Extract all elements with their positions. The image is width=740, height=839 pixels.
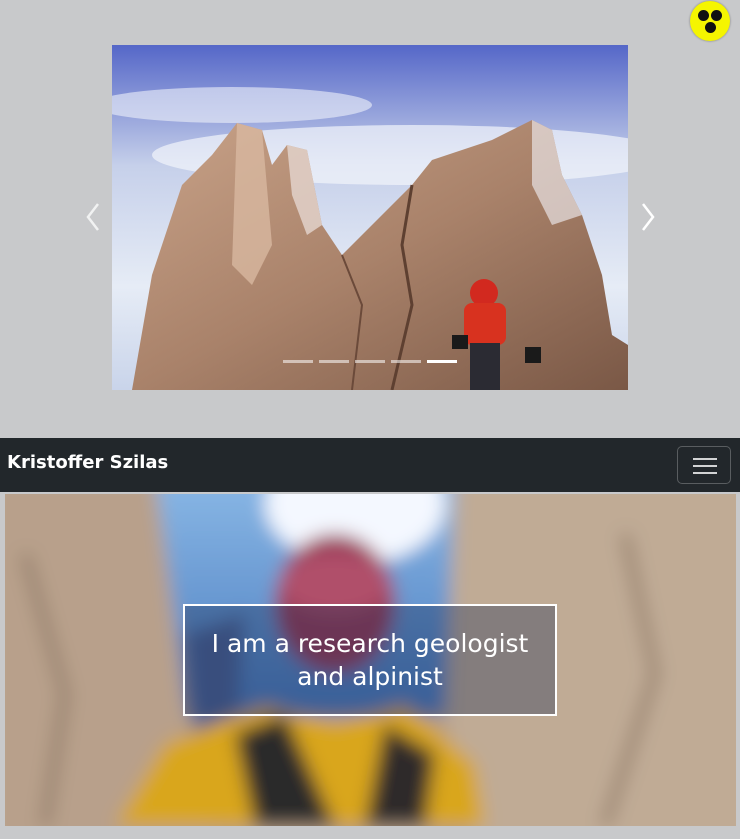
carousel-indicator-1[interactable]: [283, 360, 313, 363]
photo-carousel: [112, 45, 628, 390]
hamburger-menu-icon-bar: [693, 472, 717, 474]
carousel-slide-image: [112, 45, 628, 390]
hamburger-menu-icon: [693, 458, 717, 460]
navbar-brand[interactable]: Kristoffer Szilas: [7, 452, 168, 473]
carousel-indicator-4[interactable]: [391, 360, 421, 363]
carousel-indicators: [283, 360, 457, 364]
carousel-indicator-2[interactable]: [319, 360, 349, 363]
carousel-indicator-3[interactable]: [355, 360, 385, 363]
low-vision-icon-dot: [711, 10, 722, 21]
hero-heading: I am a research geologist and alpinist: [211, 629, 529, 691]
chevron-right-icon: [642, 203, 655, 231]
carousel-prev-button[interactable]: [80, 200, 110, 234]
hero-heading-box: I am a research geologist and alpinist: [183, 604, 557, 716]
navbar-toggler-button[interactable]: [677, 446, 731, 484]
low-vision-icon: [698, 10, 709, 21]
carousel-indicator-5[interactable]: [427, 360, 457, 363]
hamburger-menu-icon-bar: [693, 465, 717, 467]
accessibility-button[interactable]: [690, 1, 730, 41]
navbar: Kristoffer Szilas: [0, 438, 740, 492]
low-vision-icon-dot: [704, 22, 716, 33]
carousel-next-button[interactable]: [633, 200, 663, 234]
chevron-left-icon: [86, 203, 99, 231]
